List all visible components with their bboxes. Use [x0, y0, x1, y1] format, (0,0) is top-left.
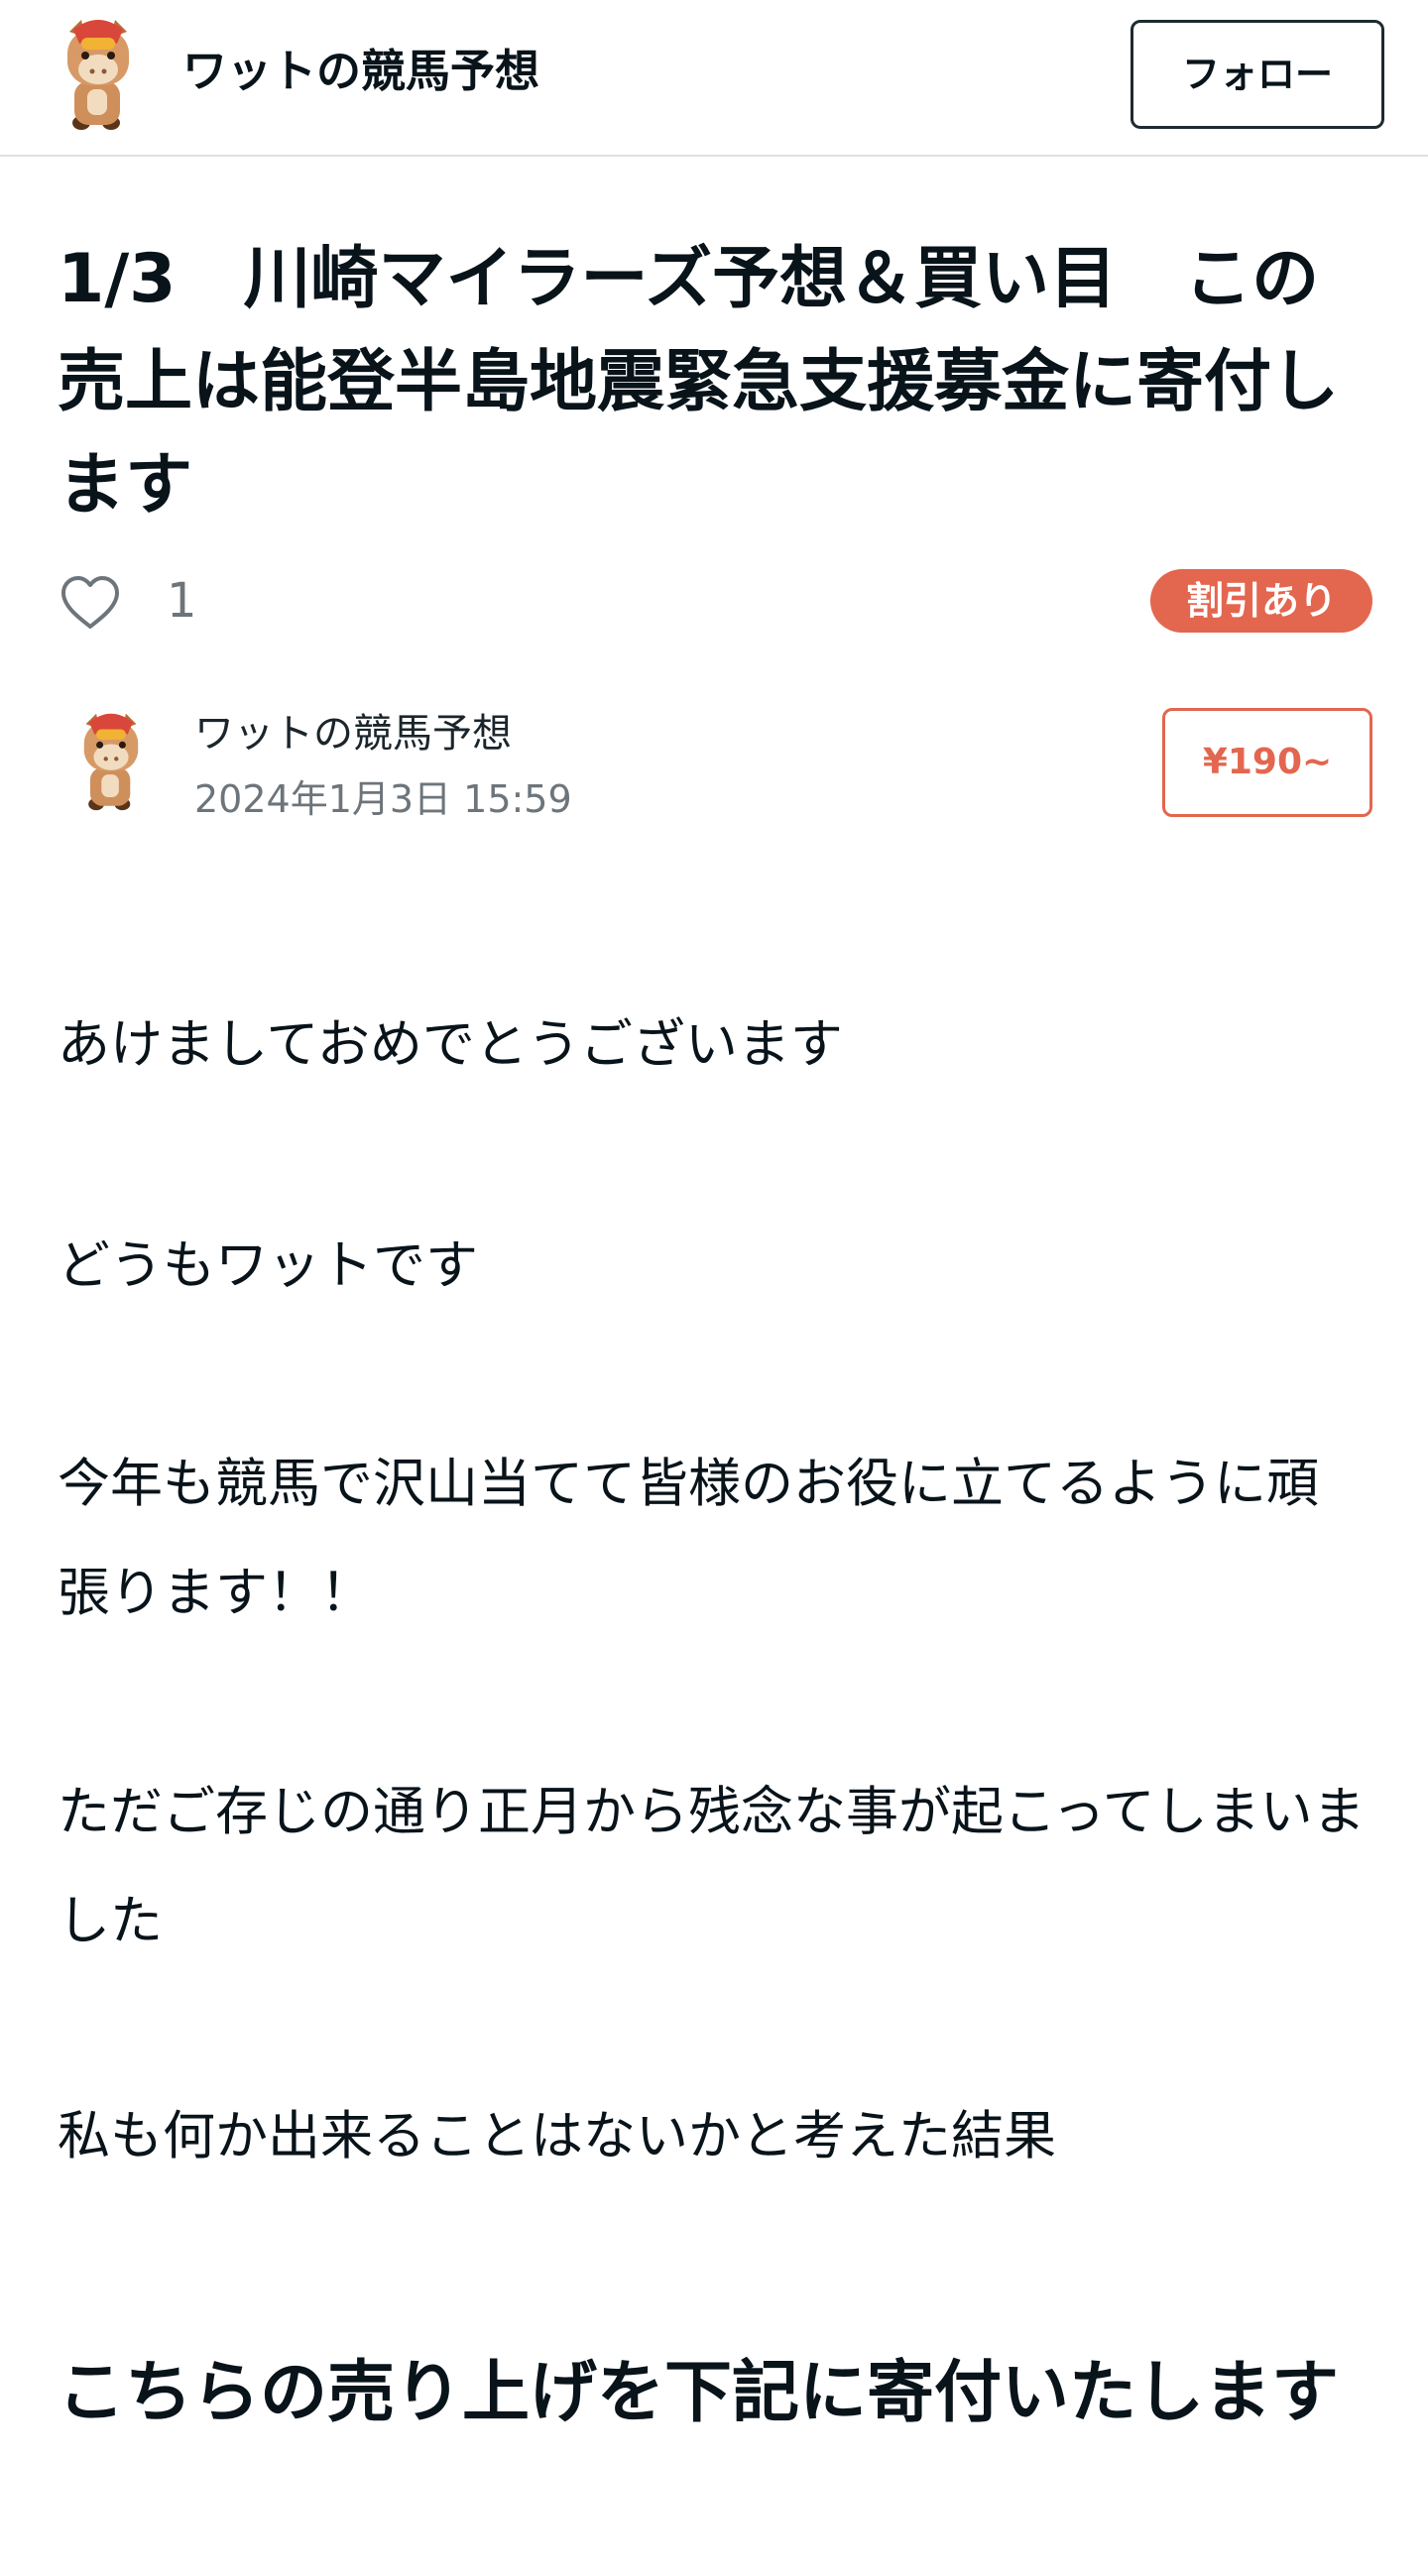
discount-badge: 割引あり [1150, 569, 1372, 633]
author-avatar[interactable] [75, 706, 147, 817]
body-paragraph: ただご存じの通り正月から残念な事が起こってしまいました [58, 1782, 1366, 1951]
post-date: 2024年1月3日 15:59 [194, 777, 572, 821]
follow-button[interactable]: フォロー [1130, 20, 1384, 129]
body-paragraph: あけましておめでとうございます [58, 1014, 843, 1075]
section-heading: こちらの売り上げを下記に寄付いたします [58, 2354, 1340, 2432]
body-paragraph: 私も何か出来ることはないかと考えた結果 [58, 2106, 1056, 2166]
like-count: 1 [167, 573, 197, 629]
body-paragraph: 今年も競馬で沢山当てて皆様のお役に立てるように頑張ります！！ [58, 1454, 1319, 1623]
price-button[interactable]: ¥190~ [1162, 708, 1372, 817]
top-header: ワットの競馬予想 フォロー [0, 0, 1428, 157]
header-author-name[interactable]: ワットの競馬予想 [182, 42, 539, 101]
heart-icon[interactable] [60, 575, 121, 631]
horse-avatar-icon[interactable] [58, 16, 139, 133]
body-paragraph: どうもワットです [58, 1235, 478, 1296]
article-title: 1/3 川崎マイラーズ予想＆買い目 この売上は能登半島地震緊急支援募金に寄付しま… [58, 240, 1340, 525]
author-name[interactable]: ワットの競馬予想 [194, 706, 512, 761]
